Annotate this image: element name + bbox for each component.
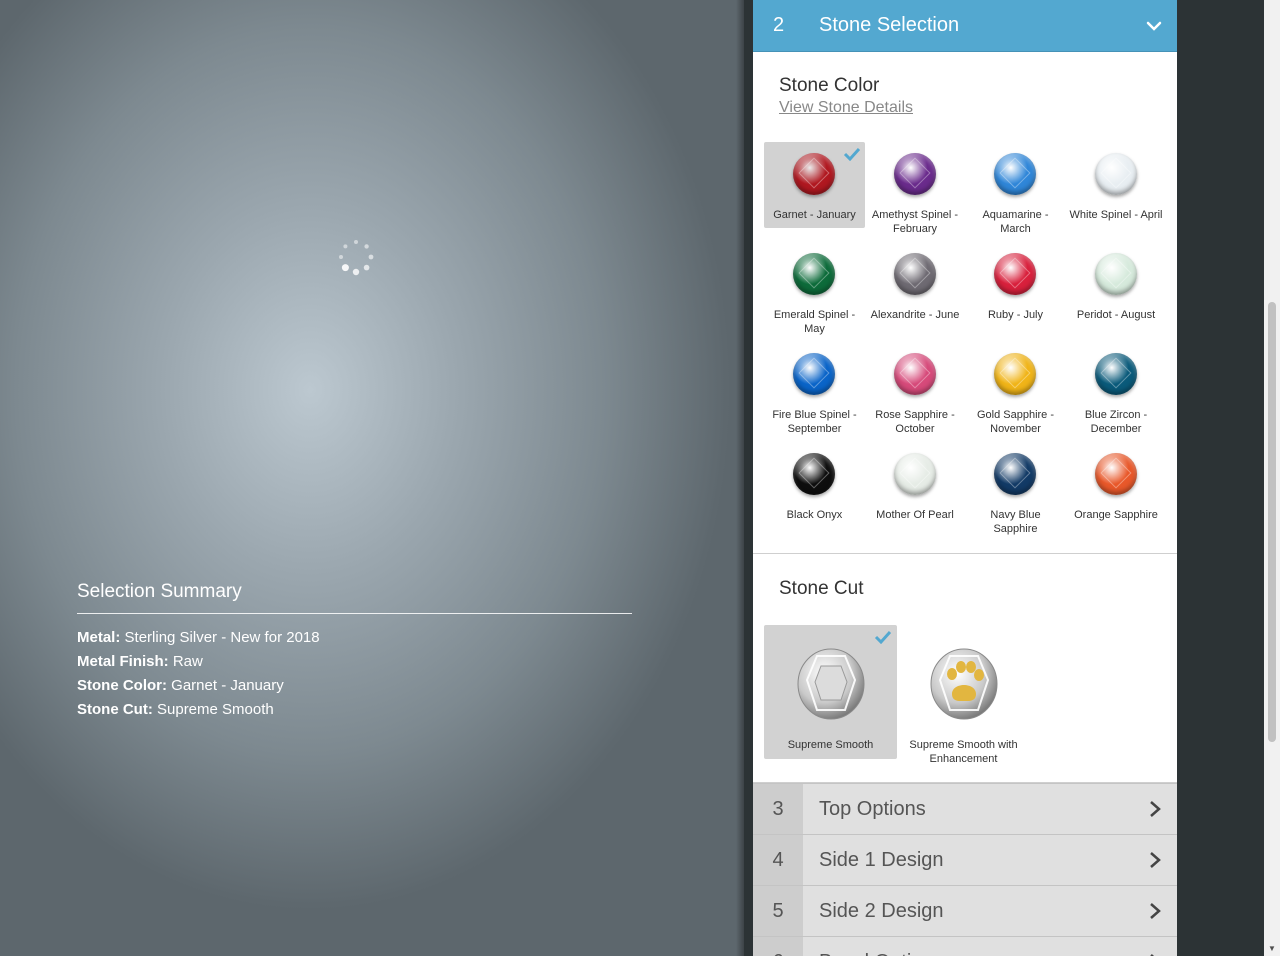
chevron-right-icon <box>1150 903 1161 919</box>
step-stone-selection-header[interactable]: 2 Stone Selection <box>753 0 1177 52</box>
gemstone-icon <box>793 353 835 395</box>
gemstone-icon <box>793 453 835 495</box>
stone-color-label: Ruby - July <box>987 309 1044 321</box>
stone-color-label: Emerald Spinel - May <box>773 309 856 335</box>
step-title: Stone Selection <box>819 14 960 36</box>
view-stone-details-link[interactable]: View Stone Details <box>779 99 913 117</box>
gemstone-icon <box>1094 153 1137 195</box>
viewer-edge-shadow <box>736 0 744 956</box>
gemstone-icon <box>994 153 1036 195</box>
stone-color-label: Orange Sapphire <box>1074 509 1158 521</box>
gemstone-icon <box>994 253 1036 295</box>
gemstone-icon <box>994 353 1036 395</box>
stone-color-label: White Spinel - April <box>1069 209 1163 221</box>
stone-color-option[interactable]: Peridot - August <box>1066 242 1167 328</box>
gemstone-icon <box>893 253 936 295</box>
page-scrollbar[interactable]: ▼ <box>1264 0 1280 956</box>
stone-color-option[interactable]: Blue Zircon - December <box>1066 342 1167 435</box>
selection-summary: Selection Summary Metal: Sterling Silver… <box>77 581 632 722</box>
gemstone-icon <box>1094 353 1137 395</box>
summary-metal-finish: Metal Finish: Raw <box>77 653 203 670</box>
stone-color-option[interactable]: Emerald Spinel - May <box>764 242 865 335</box>
stone-color-option[interactable]: Navy Blue Sapphire <box>965 442 1066 535</box>
stone-color-heading: Stone Color <box>779 75 880 96</box>
step-number: 4 <box>753 835 803 885</box>
stone-color-label: Black Onyx <box>786 509 843 521</box>
step-side-2-design[interactable]: 5 Side 2 Design <box>753 885 1177 936</box>
step-number: 2 <box>772 14 785 36</box>
step-bezel-options[interactable]: 6 Bezel Options <box>753 936 1177 956</box>
step-title: Top Options <box>819 798 926 820</box>
stone-color-option[interactable]: Orange Sapphire <box>1066 442 1167 528</box>
gemstone-icon <box>994 453 1036 495</box>
checkmark-icon <box>874 630 892 644</box>
stone-cut-label: Supreme Smooth <box>787 739 874 751</box>
gemstone-icon <box>893 453 936 495</box>
options-panel: 2 Stone Selection Stone Color View Stone… <box>753 0 1177 956</box>
supreme-smooth-stone-icon <box>797 648 865 720</box>
gemstone-icon <box>793 253 835 295</box>
summary-title: Selection Summary <box>77 581 632 614</box>
stone-color-label: Blue Zircon - December <box>1084 409 1148 435</box>
gemstone-icon <box>893 153 936 195</box>
step-top-options[interactable]: 3 Top Options <box>753 783 1177 834</box>
gemstone-icon <box>893 353 936 395</box>
stone-color-option[interactable]: Mother Of Pearl <box>865 442 966 528</box>
chevron-right-icon <box>1150 852 1161 868</box>
stone-color-option[interactable]: Garnet - January <box>764 142 865 228</box>
section-divider <box>753 553 1177 554</box>
stone-cut-option-supreme-smooth-enhancement[interactable]: Supreme Smooth with Enhancement <box>897 625 1030 765</box>
stone-cut-label: Supreme Smooth with Enhancement <box>909 739 1018 765</box>
stone-color-option[interactable]: Aquamarine - March <box>965 142 1066 235</box>
step-number: 3 <box>753 784 803 834</box>
summary-stone-color: Stone Color: Garnet - January <box>77 677 284 694</box>
stone-cut-option-supreme-smooth[interactable]: Supreme Smooth <box>764 625 897 759</box>
summary-stone-cut: Stone Cut: Supreme Smooth <box>77 701 274 718</box>
step-number: 5 <box>753 886 803 936</box>
stone-color-label: Amethyst Spinel - February <box>871 209 959 235</box>
scroll-down-arrow-icon[interactable]: ▼ <box>1267 944 1277 954</box>
step-title: Side 2 Design <box>819 900 944 922</box>
stone-color-label: Gold Sapphire - November <box>976 409 1055 435</box>
step-title: Side 1 Design <box>819 849 944 871</box>
step-side-1-design[interactable]: 4 Side 1 Design <box>753 834 1177 885</box>
chevron-right-icon <box>1150 801 1161 817</box>
chevron-down-icon <box>1146 21 1162 31</box>
gemstone-icon <box>1094 453 1137 495</box>
stone-color-option[interactable]: Gold Sapphire - November <box>965 342 1066 435</box>
stone-color-option[interactable]: Alexandrite - June <box>865 242 966 328</box>
stone-color-label: Alexandrite - June <box>870 309 960 321</box>
product-viewer: Selection Summary Metal: Sterling Silver… <box>0 0 744 956</box>
stone-color-option[interactable]: Black Onyx <box>764 442 865 528</box>
step-title: Bezel Options <box>819 937 944 956</box>
stone-color-option[interactable]: Fire Blue Spinel - September <box>764 342 865 435</box>
step-number: 6 <box>753 937 803 956</box>
stone-color-option[interactable]: Rose Sapphire - October <box>865 342 966 435</box>
gemstone-icon <box>793 153 835 195</box>
stone-cut-heading: Stone Cut <box>779 578 864 599</box>
stone-color-label: Mother Of Pearl <box>876 509 954 521</box>
stone-color-option[interactable]: Amethyst Spinel - February <box>865 142 966 235</box>
scrollbar-thumb[interactable] <box>1268 302 1276 742</box>
gemstone-icon <box>1094 253 1137 295</box>
stone-color-label: Garnet - January <box>773 209 856 221</box>
paw-print-stone-icon <box>930 648 998 720</box>
loading-spinner-icon <box>339 240 374 276</box>
stone-color-label: Peridot - August <box>1076 309 1156 321</box>
stone-color-label: Fire Blue Spinel - September <box>772 409 857 435</box>
stone-color-label: Navy Blue Sapphire <box>990 509 1041 535</box>
stone-color-option[interactable]: Ruby - July <box>965 242 1066 328</box>
stone-color-option[interactable]: White Spinel - April <box>1066 142 1167 228</box>
checkmark-icon <box>843 147 861 161</box>
summary-metal: Metal: Sterling Silver - New for 2018 <box>77 629 320 646</box>
stone-color-label: Aquamarine - March <box>982 209 1049 235</box>
stone-color-label: Rose Sapphire - October <box>875 409 955 435</box>
